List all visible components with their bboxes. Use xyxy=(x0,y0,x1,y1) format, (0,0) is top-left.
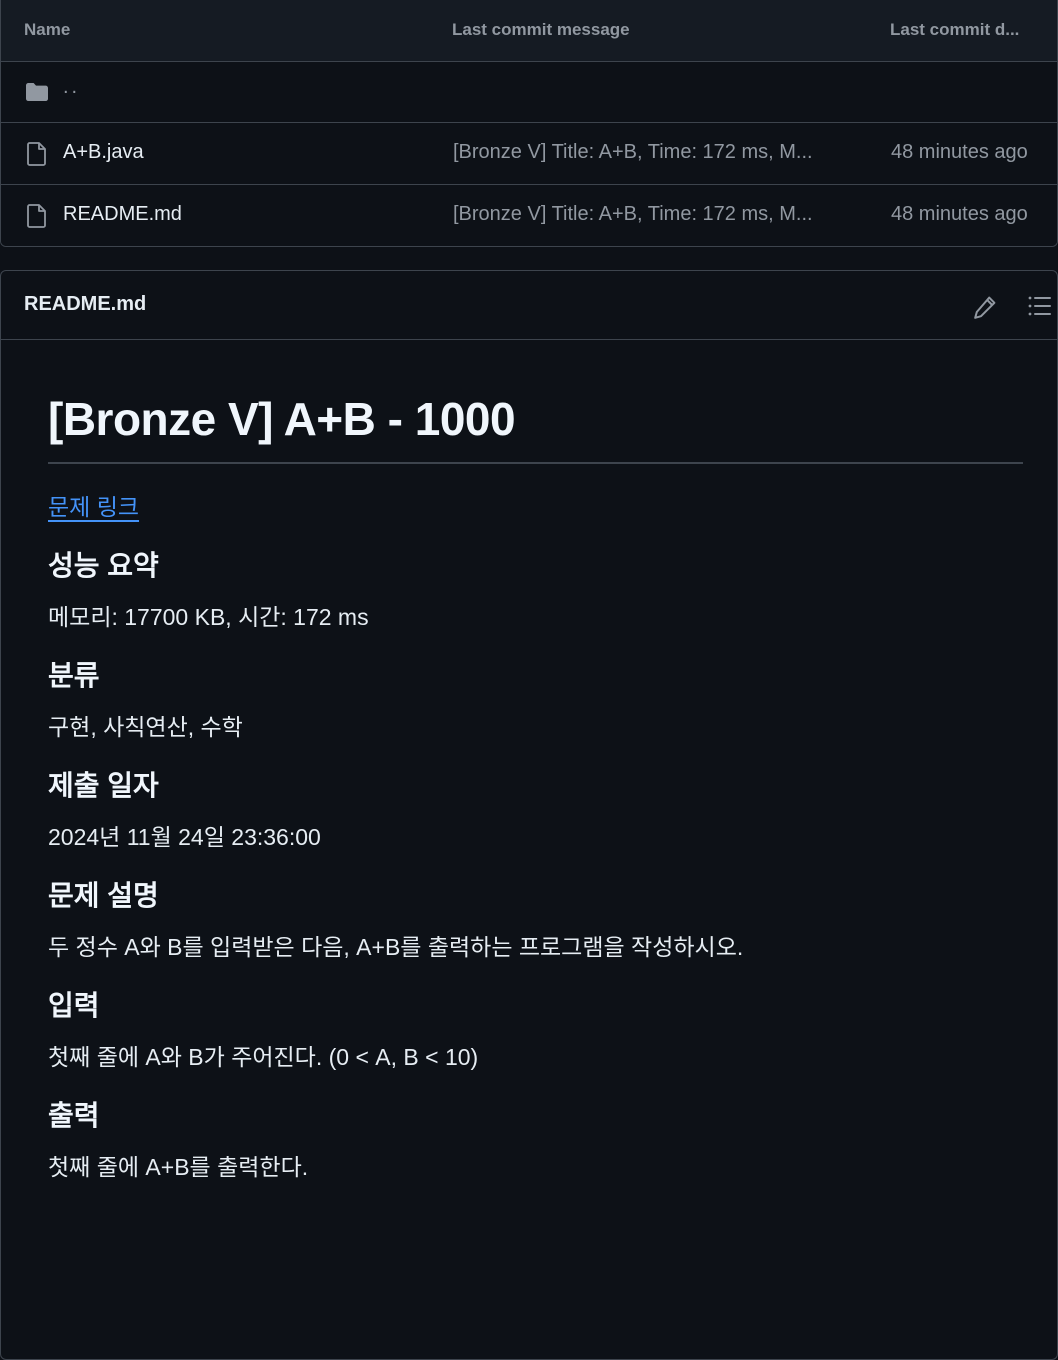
commit-message-link[interactable]: [Bronze V] Title: A+B, Time: 172 ms, M..… xyxy=(453,141,858,164)
file-table-header: Name Last commit message Last commit d..… xyxy=(1,0,1057,62)
readme-header: README.md xyxy=(1,271,1057,340)
file-icon xyxy=(25,203,49,234)
section-body-input: 첫째 줄에 A와 B가 주어진다. (0 < A, B < 10) xyxy=(48,1044,479,1070)
commit-date: 48 minutes ago xyxy=(891,141,1028,163)
section-title-category: 분류 xyxy=(48,660,100,691)
folder-icon xyxy=(25,82,49,107)
section-title-output: 출력 xyxy=(48,1100,100,1131)
file-name-link[interactable]: README.md xyxy=(63,203,182,226)
edit-pencil-icon[interactable] xyxy=(972,294,998,325)
section-body-category: 구현, 사칙연산, 수학 xyxy=(48,714,243,740)
problem-link[interactable]: 문제 링크 xyxy=(48,488,139,522)
readme-filename: README.md xyxy=(24,293,147,315)
file-table: Name Last commit message Last commit d..… xyxy=(0,0,1058,247)
file-icon xyxy=(25,141,49,172)
readme-panel: README.md [Bronze V] A+B - 1000 문제 링크 성능… xyxy=(0,270,1058,1360)
column-header-commit-date: Last commit d... xyxy=(890,20,1020,39)
column-header-name: Name xyxy=(24,20,71,39)
readme-content: [Bronze V] A+B - 1000 문제 링크 성능 요약 메모리: 1… xyxy=(48,391,1023,1182)
section-body-performance: 메모리: 17700 KB, 시간: 172 ms xyxy=(48,604,369,630)
commit-message-link[interactable]: [Bronze V] Title: A+B, Time: 172 ms, M..… xyxy=(453,203,858,226)
section-title-input: 입력 xyxy=(48,990,100,1021)
file-name-link[interactable]: A+B.java xyxy=(63,141,144,164)
section-title-description: 문제 설명 xyxy=(48,880,159,911)
table-row[interactable]: A+B.java [Bronze V] Title: A+B, Time: 17… xyxy=(1,123,1057,185)
column-header-commit-message: Last commit message xyxy=(452,20,630,39)
parent-directory-row[interactable]: .. xyxy=(1,62,1057,123)
table-of-contents-icon[interactable] xyxy=(1027,295,1051,322)
section-body-submission-date: 2024년 11월 24일 23:36:00 xyxy=(48,824,321,850)
parent-directory-link[interactable]: .. xyxy=(63,76,80,99)
readme-heading: [Bronze V] A+B - 1000 xyxy=(48,391,1023,464)
section-title-submission-date: 제출 일자 xyxy=(48,770,159,801)
commit-date: 48 minutes ago xyxy=(891,203,1028,225)
section-body-output: 첫째 줄에 A+B를 출력한다. xyxy=(48,1154,309,1180)
section-title-performance: 성능 요약 xyxy=(48,550,159,581)
section-body-description: 두 정수 A와 B를 입력받은 다음, A+B를 출력하는 프로그램을 작성하시… xyxy=(48,934,744,960)
table-row[interactable]: README.md [Bronze V] Title: A+B, Time: 1… xyxy=(1,185,1057,246)
